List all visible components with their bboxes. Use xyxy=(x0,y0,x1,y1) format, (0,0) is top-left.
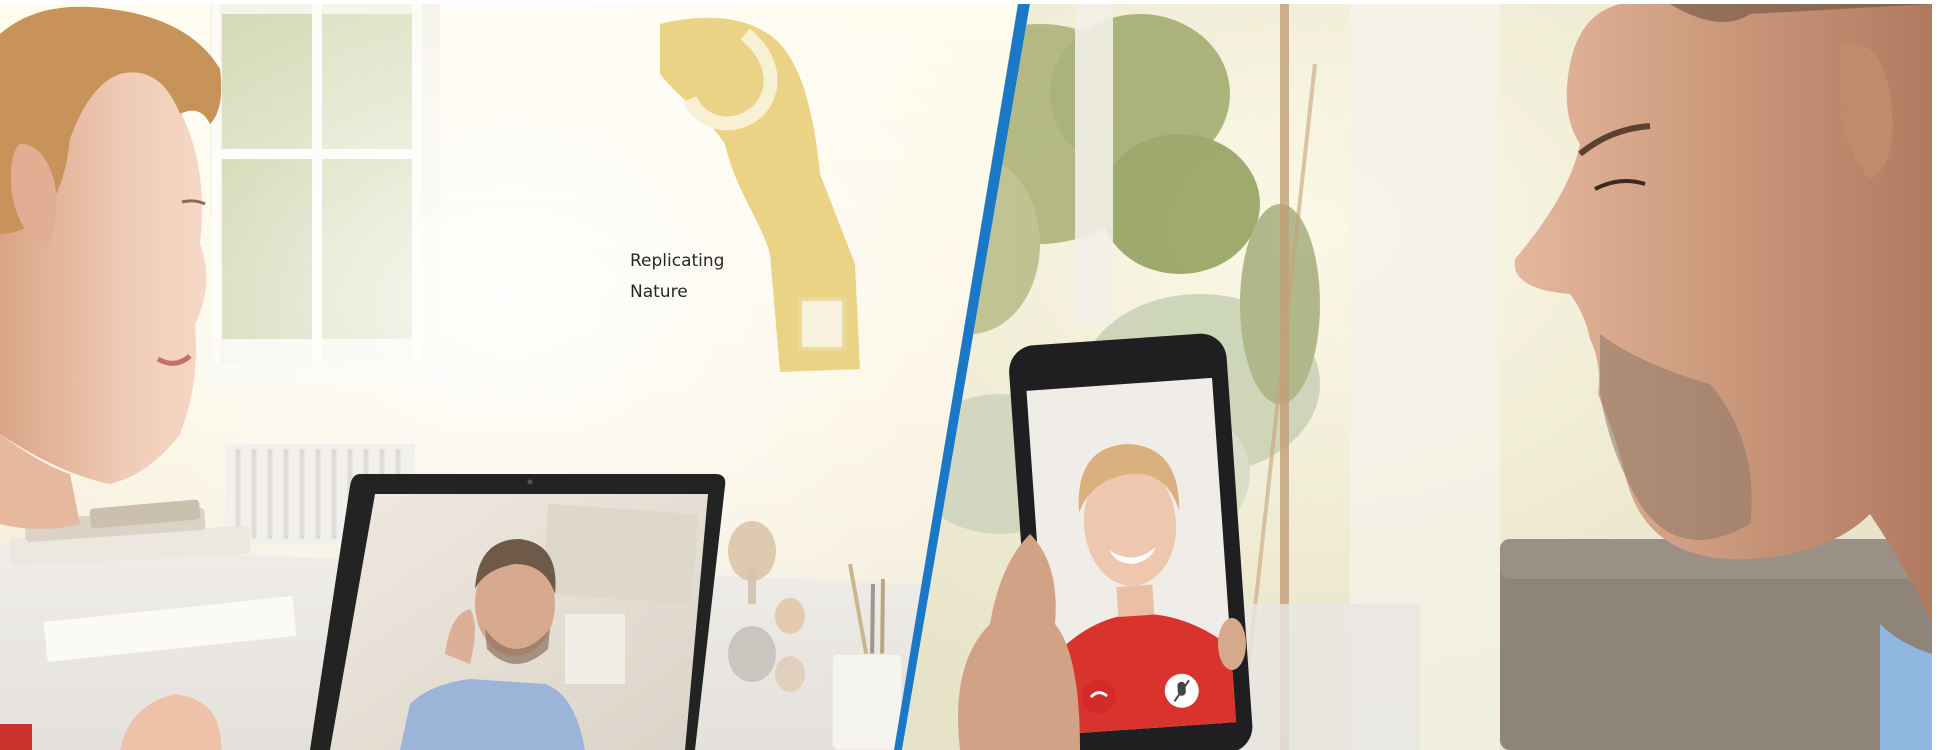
right-scene-illustration xyxy=(902,4,1932,750)
window-post xyxy=(1075,4,1113,324)
sofa xyxy=(1500,539,1932,750)
right-photo-panel xyxy=(902,4,1932,750)
photo-collage: Replicating Nature xyxy=(0,4,1932,750)
